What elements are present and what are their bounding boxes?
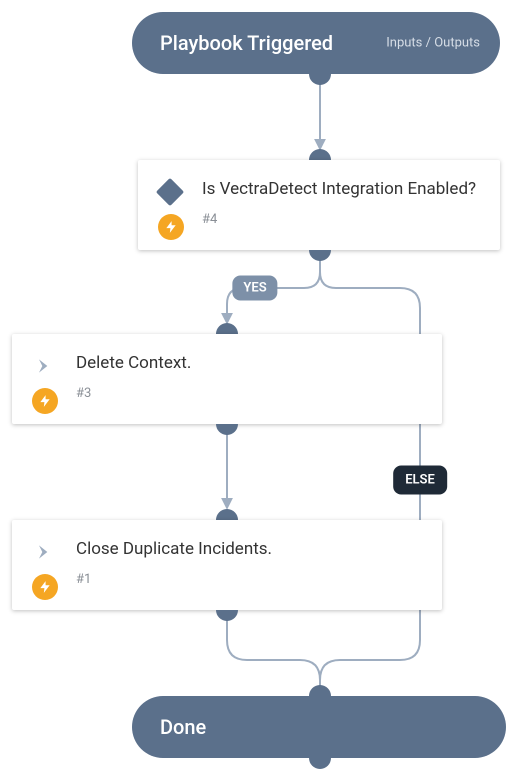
branch-label-yes: YES xyxy=(232,276,277,301)
task-title: Delete Context. xyxy=(76,352,191,375)
start-node[interactable]: Playbook Triggered Inputs / Outputs xyxy=(132,12,500,74)
task-number: #3 xyxy=(76,386,442,401)
chevron-icon xyxy=(30,352,58,380)
start-title: Playbook Triggered xyxy=(160,31,333,55)
decision-title: Is VectraDetect Integration Enabled? xyxy=(202,178,476,201)
port-dot xyxy=(309,74,331,85)
port-dot xyxy=(309,758,331,769)
task-node-close-duplicates[interactable]: Close Duplicate Incidents. #1 xyxy=(12,520,442,610)
branch-label-else: ELSE xyxy=(393,466,447,495)
task-number: #4 xyxy=(202,212,500,227)
bolt-icon xyxy=(158,214,184,240)
task-node-delete-context[interactable]: Delete Context. #3 xyxy=(12,334,442,424)
diamond-icon xyxy=(156,178,184,206)
port-dot xyxy=(309,685,331,696)
bolt-icon xyxy=(32,388,58,414)
inputs-outputs-link[interactable]: Inputs / Outputs xyxy=(386,36,480,51)
decision-node[interactable]: Is VectraDetect Integration Enabled? #4 xyxy=(138,160,500,250)
port-dot xyxy=(309,250,331,261)
end-title: Done xyxy=(160,715,206,739)
port-dot xyxy=(216,424,238,435)
task-number: #1 xyxy=(76,572,442,587)
end-node[interactable]: Done xyxy=(132,696,506,758)
bolt-icon xyxy=(32,574,58,600)
chevron-icon xyxy=(30,538,58,566)
port-dot xyxy=(216,610,238,621)
task-title: Close Duplicate Incidents. xyxy=(76,538,272,561)
